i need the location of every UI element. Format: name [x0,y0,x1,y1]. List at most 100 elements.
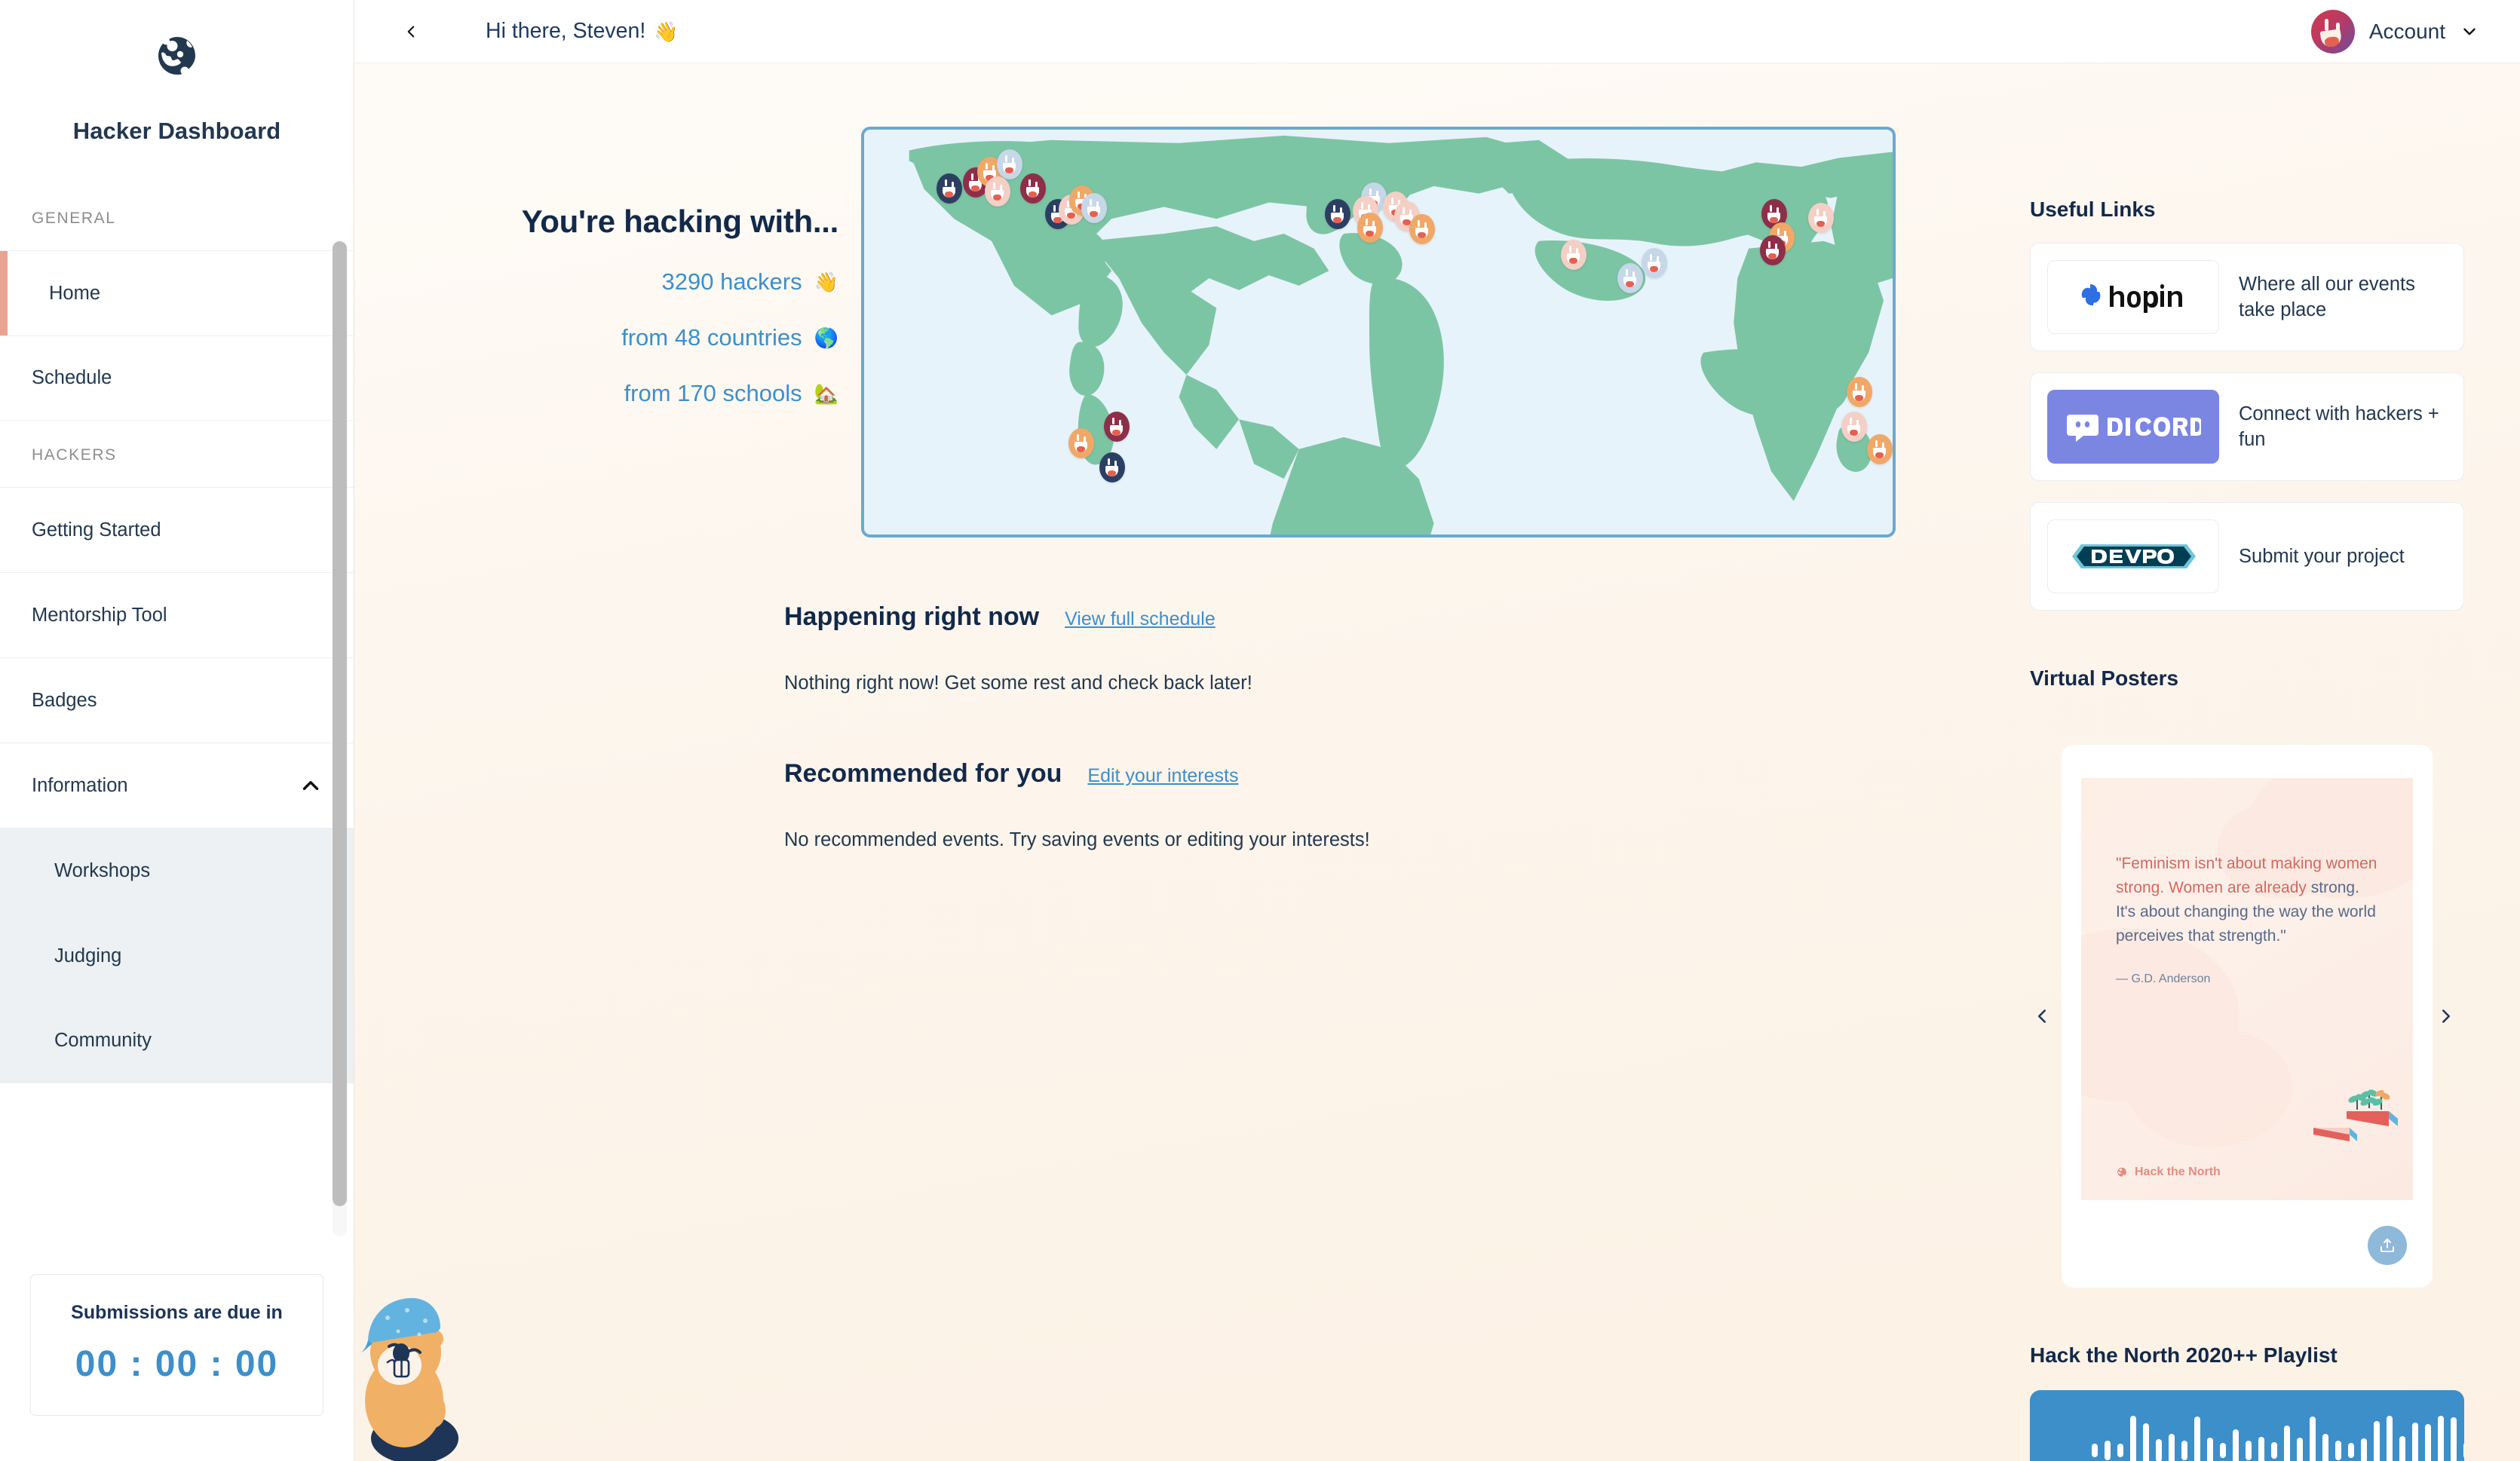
map-pin-avatar [1808,203,1834,233]
spotify-code-bar [2105,1441,2111,1460]
map-pin-avatar [1617,263,1643,293]
map-pin-avatar [985,176,1010,207]
edit-your-interests-link[interactable]: Edit your interests [1087,765,1238,787]
spotify-code-bar [2117,1444,2123,1457]
map-pin-avatar [1867,434,1893,464]
useful-link-label: Submit your project [2239,545,2405,567]
useful-link-label: Connect with hackers + fun [2239,403,2439,450]
planter-illustration [2313,1089,2398,1141]
carousel-prev-button[interactable] [2025,1000,2059,1033]
top-bar: Hi there, Steven! 👋 Account [354,0,2520,63]
map-pin-avatar [1020,173,1046,204]
sidebar-scrollbar[interactable] [333,241,347,1236]
waving-hand-icon: 👋 [814,271,838,293]
nav-section-label-hackers: HACKERS [32,446,117,464]
spotify-code-bar [2284,1426,2290,1461]
sidebar-item-label: Mentorship Tool [32,604,167,626]
content-row: You're hacking with... 3290 hackers 👋 fr… [354,63,2520,1461]
hacking-with-stats: You're hacking with... 3290 hackers 👋 fr… [394,122,861,407]
map-pin-avatar [1760,235,1786,265]
spotify-code-bar [2387,1416,2393,1461]
view-full-schedule-link[interactable]: View full schedule [1065,608,1216,630]
stat-countries: from 48 countries 🌎 [394,324,838,351]
happening-now-header: Happening right now View full schedule [354,602,1992,632]
sidebar-item-label: Judging [54,945,122,966]
useful-link-devpost[interactable]: Submit your project [2030,502,2464,611]
map-pin-avatar [1104,412,1130,442]
chevron-left-icon [2038,1009,2046,1023]
spotify-playlist-card[interactable] [2030,1390,2464,1461]
poster-attribution: — G.D. Anderson [2116,972,2211,985]
spotify-code-bar [2322,1434,2328,1461]
globe-icon: 🌎 [814,326,838,349]
map-pin-avatar [1642,248,1667,278]
globe-logo-icon [158,37,195,75]
sidebar-item-home[interactable]: Home [0,250,354,335]
stat-hackers: 3290 hackers 👋 [394,268,839,296]
sidebar-scrollbar-thumb[interactable] [333,241,347,1206]
sidebar-item-information[interactable]: Information [0,743,354,828]
map-pin-avatar [1081,193,1107,223]
sidebar-item-getting-started[interactable]: Getting Started [0,487,354,572]
virtual-poster-card[interactable]: "Feminism isn't about making women stron… [2062,745,2433,1288]
sidebar-item-badges[interactable]: Badges [0,657,354,743]
map-pin-avatar [1409,214,1435,244]
world-hacker-map[interactable] [861,127,1896,538]
spotify-code-bar [2335,1441,2341,1460]
chevron-up-icon[interactable] [298,773,323,798]
recommended-title: Recommended for you [784,759,1062,788]
sidebar-item-mentorship-tool[interactable]: Mentorship Tool [0,572,354,657]
spotify-code-bar [2399,1436,2405,1461]
recommended-header: Recommended for you Edit your interests [354,759,1992,789]
left-sidebar: Hacker Dashboard GENERAL Home Schedule H… [0,0,354,1461]
account-label: Account [2368,19,2445,43]
sidebar-item-schedule[interactable]: Schedule [0,335,354,421]
page-title: Hi there, Steven! 👋 [486,19,679,44]
map-pin-avatar [1068,428,1094,458]
devpost-logo-icon [2047,519,2219,593]
back-button[interactable] [391,11,431,52]
carousel-next-button[interactable] [2430,1000,2463,1033]
share-upload-icon [2381,1239,2394,1252]
sidebar-item-label: Getting Started [32,519,161,541]
happening-now-title: Happening right now [784,602,1040,631]
sidebar-item-label: Home [49,282,101,304]
spotify-code-bar [2297,1438,2303,1461]
main-column: Hi there, Steven! 👋 Account You're hacki… [354,0,2520,1461]
nav-section-label-general: GENERAL [32,210,116,227]
poster-brand: Hack the North [2116,1165,2221,1179]
spotify-code-bar [2451,1417,2457,1461]
sidebar-item-label: Schedule [32,367,112,388]
account-menu[interactable]: Account [2310,9,2490,54]
useful-link-discord[interactable]: Connect with hackers + fun [2030,372,2464,481]
chevron-down-icon[interactable] [2460,22,2479,41]
globe-logo-icon [2117,1167,2126,1177]
spotify-code-bar [2181,1441,2187,1460]
spotify-code-bar [2220,1443,2226,1458]
hopin-logo-icon [2047,260,2219,334]
spotify-code-bar [2425,1424,2431,1461]
happening-now-body: Nothing right now! Get some rest and che… [784,672,1252,694]
map-pin-avatar [1357,213,1383,243]
stat-schools: from 170 schools 🏡 [394,380,838,407]
poster-image: "Feminism isn't about making women stron… [2081,778,2413,1200]
countdown-value: 00 : 00 : 00 [75,1344,279,1384]
useful-links-title: Useful Links [2030,198,2156,221]
useful-link-hopin[interactable]: Where all our events take place [2030,243,2464,351]
spotify-code-bar [2374,1421,2380,1461]
hero-section: You're hacking with... 3290 hackers 👋 fr… [354,122,1992,538]
sidebar-item-community[interactable]: Community [0,998,354,1083]
spotify-code-bar [2438,1416,2444,1461]
spotify-code-bar [2271,1442,2277,1459]
virtual-posters-carousel: "Feminism isn't about making women stron… [2030,745,2464,1288]
spotify-code-bar [2169,1434,2175,1461]
sidebar-item-workshops[interactable]: Workshops [0,828,354,913]
sidebar-item-judging[interactable]: Judging [0,913,354,998]
spotify-code-bar [2156,1439,2162,1461]
spotify-code-bar [2130,1416,2136,1461]
house-icon: 🏡 [814,382,838,405]
share-button[interactable] [2368,1226,2407,1265]
spotify-code-bar [2092,1444,2098,1457]
spotify-code-bar [2194,1417,2200,1461]
brand-logo-wrap [0,0,354,81]
